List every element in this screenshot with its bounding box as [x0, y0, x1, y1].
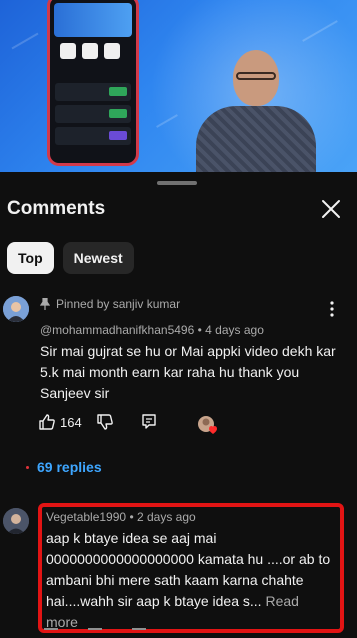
video-phone-image [47, 0, 139, 166]
pinned-text: Pinned by sanjiv kumar [56, 297, 181, 311]
phone-tile [60, 43, 76, 59]
comment-actions [44, 628, 146, 638]
comment-text: aap k btaye idea se aaj mai 000000000000… [46, 528, 332, 633]
chip-top[interactable]: Top [7, 242, 54, 274]
like-count: 164 [60, 414, 82, 430]
phone-tile [104, 43, 120, 59]
pinned-label: Pinned by sanjiv kumar [40, 297, 180, 311]
meta-separator: • [129, 510, 137, 524]
phone-tile [82, 43, 98, 59]
thumb-down-icon [97, 414, 113, 430]
phone-banner [54, 3, 132, 37]
comment-author[interactable]: @mohammadhanifkhan5496 [40, 323, 194, 337]
pin-icon [40, 298, 50, 310]
avatar[interactable] [3, 508, 29, 534]
dislike-button[interactable] [96, 413, 114, 431]
drag-handle[interactable] [157, 181, 197, 185]
reply-button[interactable] [140, 413, 158, 431]
comment-text: Sir mai gujrat se hu or Mai appki video … [40, 343, 336, 401]
thumb-up-icon [39, 414, 55, 430]
creator-heart-icon [198, 416, 217, 434]
sort-chips: Top Newest [7, 242, 134, 274]
avatar-image [3, 508, 29, 534]
comment-actions: 164 [38, 413, 158, 431]
comment-time: 2 days ago [136, 510, 196, 524]
video-player[interactable] [0, 0, 357, 172]
close-icon [322, 200, 340, 218]
like-button[interactable] [44, 628, 58, 638]
replies-count: 69 replies [37, 459, 102, 475]
chip-newest[interactable]: Newest [62, 242, 134, 274]
dislike-button[interactable] [88, 628, 102, 638]
comment-meta: Vegetable1990 • 2 days ago [46, 510, 196, 524]
like-button[interactable]: 164 [38, 413, 82, 431]
avatar-image [3, 296, 29, 322]
comment-meta: @mohammadhanifkhan5496 • 4 days ago [40, 323, 264, 337]
comment-time: 4 days ago [205, 323, 264, 337]
video-presenter-image [196, 44, 316, 172]
more-button[interactable] [326, 299, 338, 319]
phone-row [55, 83, 131, 101]
more-vert-icon [330, 301, 334, 317]
view-replies-button[interactable]: 69 replies [26, 459, 102, 475]
phone-row [55, 105, 131, 123]
reply-icon [142, 414, 156, 429]
video-decoration [11, 32, 39, 50]
close-button[interactable] [318, 196, 344, 222]
creator-heart [196, 414, 218, 436]
comment-author[interactable]: Vegetable1990 [46, 510, 126, 524]
phone-row [55, 127, 131, 145]
replies-dot [26, 465, 29, 469]
reply-button[interactable] [132, 628, 146, 638]
sheet-title: Comments [7, 198, 106, 219]
avatar[interactable] [3, 296, 29, 322]
